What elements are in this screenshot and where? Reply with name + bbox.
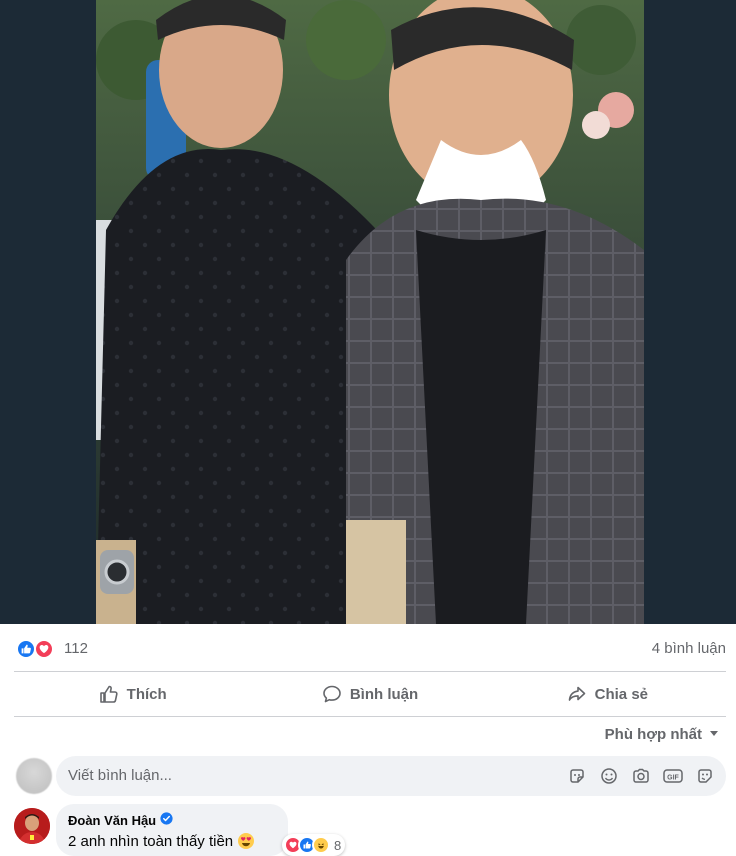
- caret-down-icon: [708, 726, 720, 743]
- comment-input-placeholder: Viết bình luận...: [68, 767, 172, 784]
- camera-icon[interactable]: [630, 765, 652, 787]
- avatar-sticker-icon[interactable]: [694, 765, 716, 787]
- divider: [14, 716, 726, 717]
- emoji-icon[interactable]: [598, 765, 620, 787]
- comment-author-row: Đoàn Văn Hậu: [68, 812, 276, 828]
- like-label: Thích: [126, 685, 167, 703]
- user-avatar[interactable]: [16, 758, 52, 794]
- verified-badge-icon: [160, 812, 173, 828]
- like-icon: [16, 639, 36, 659]
- comment-text-row: 2 anh nhìn toàn thấy tiền: [68, 832, 276, 850]
- comment-reactions[interactable]: 8: [282, 834, 346, 856]
- composer-tools: GIF: [566, 765, 716, 787]
- like-button[interactable]: Thích: [14, 672, 251, 716]
- comment-text: 2 anh nhìn toàn thấy tiền: [68, 832, 234, 850]
- thumbs-up-icon: [99, 684, 119, 704]
- svg-text:GIF: GIF: [667, 775, 679, 782]
- share-button[interactable]: Chia sẻ: [489, 672, 726, 716]
- comment-bubble: Đoàn Văn Hậu 2 anh nhìn toàn thấy tiền: [56, 804, 288, 856]
- reactions-summary: 112 4 bình luận: [0, 624, 736, 672]
- comment-item: Đoàn Văn Hậu 2 anh nhìn toàn thấy tiền 8: [10, 804, 726, 856]
- comment-input[interactable]: Viết bình luận... GIF: [56, 756, 726, 796]
- comment-reaction-count: 8: [334, 837, 342, 853]
- share-arrow-icon: [567, 684, 587, 704]
- heart-eyes-emoji-icon: [237, 832, 255, 850]
- sticker-icon[interactable]: [566, 765, 588, 787]
- comment-bubble-icon: [322, 684, 342, 704]
- sort-label: Phù hợp nhất: [604, 726, 702, 743]
- reaction-count[interactable]: 112: [64, 640, 88, 657]
- reaction-icons[interactable]: [16, 639, 58, 659]
- comment-composer: Viết bình luận... GIF: [10, 756, 726, 796]
- comment-sort-dropdown[interactable]: Phù hợp nhất: [605, 726, 720, 743]
- share-label: Chia sẻ: [594, 685, 648, 703]
- post-photo[interactable]: [96, 0, 644, 624]
- comment-button[interactable]: Bình luận: [251, 672, 488, 716]
- comment-count[interactable]: 4 bình luận: [652, 640, 726, 657]
- commenter-avatar[interactable]: [14, 808, 50, 844]
- gif-icon[interactable]: GIF: [662, 765, 684, 787]
- post-actions: Thích Bình luận Chia sẻ: [14, 672, 726, 716]
- haha-icon: [312, 836, 330, 854]
- comment-label: Bình luận: [349, 685, 419, 703]
- post-photo-frame: [0, 0, 736, 624]
- comment-author[interactable]: Đoàn Văn Hậu: [68, 813, 156, 828]
- love-icon: [34, 639, 54, 659]
